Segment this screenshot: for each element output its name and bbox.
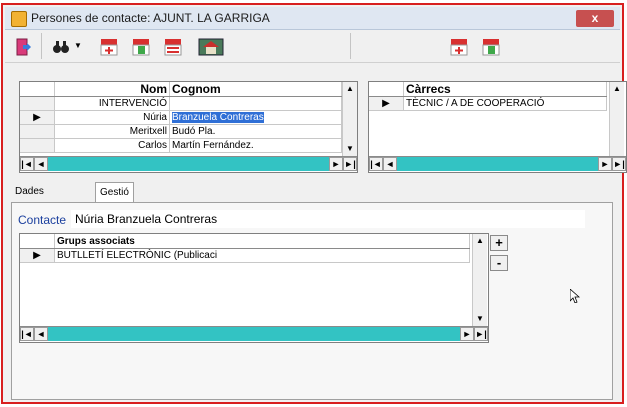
first-record-button[interactable]: |◄ <box>20 327 34 341</box>
contact-label: Contacte <box>18 213 67 227</box>
toolbar: ▼ <box>5 30 620 63</box>
delete-record-icon <box>482 39 500 56</box>
search-button[interactable]: ▼ <box>49 35 85 59</box>
last-record-button[interactable]: ►| <box>612 157 626 171</box>
edit-button[interactable] <box>161 35 187 59</box>
title-bar: Persones de contacte: AJUNT. LA GARRIGA … <box>5 7 620 30</box>
cell-nom[interactable]: Meritxell <box>54 124 170 139</box>
add-group-button[interactable]: + <box>490 235 508 251</box>
entity-button[interactable] <box>195 35 227 59</box>
last-record-button[interactable]: ►| <box>343 157 357 171</box>
window: Persones de contacte: AJUNT. LA GARRIGA … <box>1 3 627 404</box>
current-row-indicator: ▶ <box>20 248 55 263</box>
scroll-up-icon[interactable]: ▲ <box>610 82 624 96</box>
toolbar-separator <box>41 33 42 59</box>
contacts-navigator: |◄ ◄ ► ►| <box>20 156 357 171</box>
cell-carrec[interactable]: TÈCNIC / A DE COOPERACIÓ <box>403 96 607 111</box>
scroll-down-icon[interactable]: ▼ <box>343 142 357 156</box>
scroll-up-icon[interactable]: ▲ <box>473 234 487 248</box>
carrecs-navigator: |◄ ◄ ► ►| <box>369 156 626 171</box>
cell-cognom[interactable]: Branzuela Contreras <box>169 110 342 125</box>
indicator-header <box>369 82 404 97</box>
row-indicator <box>20 138 55 153</box>
binoculars-search-icon <box>53 41 69 53</box>
cell-nom[interactable]: Carlos <box>54 138 170 153</box>
next-record-button[interactable]: ► <box>598 157 612 171</box>
new-button[interactable] <box>97 35 123 59</box>
remove-group-button[interactable]: - <box>490 255 508 271</box>
row-indicator <box>20 96 55 111</box>
new-charge-button[interactable] <box>447 35 473 59</box>
header-nom[interactable]: Nom <box>54 82 170 97</box>
prev-record-button[interactable]: ◄ <box>34 157 48 171</box>
contact-value: Núria Branzuela Contreras <box>71 210 585 228</box>
table-row[interactable]: Meritxell Budó Pla. <box>20 124 342 139</box>
header-grups-associats[interactable]: Grups associats <box>54 234 470 249</box>
scroll-down-icon[interactable]: ▼ <box>473 312 487 326</box>
header-cognom[interactable]: Cognom <box>169 82 342 97</box>
delete-button[interactable] <box>129 35 155 59</box>
first-record-button[interactable]: |◄ <box>369 157 383 171</box>
scroll-up-icon[interactable]: ▲ <box>343 82 357 96</box>
table-row[interactable]: INTERVENCIÓ <box>20 96 342 111</box>
indicator-header <box>20 234 55 249</box>
header-carrecs[interactable]: Càrrecs <box>403 82 607 97</box>
groups-navigator: |◄ ◄ ► ►| <box>20 326 488 341</box>
groups-grid: Grups associats ▶ BUTLLETÍ ELECTRÒNIC (P… <box>19 233 489 343</box>
indicator-header <box>20 82 55 97</box>
app-icon <box>11 11 27 27</box>
cell-cognom[interactable]: Martín Fernández. <box>169 138 342 153</box>
prev-record-button[interactable]: ◄ <box>383 157 397 171</box>
delete-record-icon <box>132 39 150 56</box>
groups-vertical-scrollbar[interactable]: ▲ ▼ <box>472 234 487 326</box>
table-row[interactable]: Carlos Martín Fernández. <box>20 138 342 153</box>
new-record-icon <box>100 39 118 56</box>
last-record-button[interactable]: ►| <box>474 327 488 341</box>
cell-cognom[interactable] <box>169 96 342 111</box>
edit-record-icon <box>164 39 182 56</box>
mouse-pointer-icon <box>570 289 580 303</box>
cell-nom[interactable]: Núria <box>54 110 170 125</box>
prev-record-button[interactable]: ◄ <box>34 327 48 341</box>
current-row-indicator: ▶ <box>20 110 55 125</box>
contacts-vertical-scrollbar[interactable]: ▲ ▼ <box>342 82 357 156</box>
toolbar-separator <box>350 33 351 59</box>
table-row[interactable]: ▶ Núria Branzuela Contreras <box>20 110 342 125</box>
next-record-button[interactable]: ► <box>329 157 343 171</box>
current-row-indicator: ▶ <box>369 96 404 111</box>
selected-cell-text: Branzuela Contreras <box>172 112 264 123</box>
tab-gestio-de-grups[interactable]: Gestió de Grups <box>95 182 134 238</box>
delete-charge-button[interactable] <box>479 35 505 59</box>
carrecs-grid: Càrrecs ▶ TÈCNIC / A DE COOPERACIÓ ▲ |◄ … <box>368 81 627 173</box>
first-record-button[interactable]: |◄ <box>20 157 34 171</box>
cell-nom[interactable]: INTERVENCIÓ <box>54 96 170 111</box>
new-record-icon <box>450 39 468 56</box>
row-indicator <box>20 124 55 139</box>
table-row[interactable]: ▶ TÈCNIC / A DE COOPERACIÓ <box>369 96 607 111</box>
next-record-button[interactable]: ► <box>460 327 474 341</box>
cell-grup[interactable]: BUTLLETÍ ELECTRÒNIC (Publicaci <box>54 248 470 263</box>
window-title: Persones de contacte: AJUNT. LA GARRIGA <box>31 11 270 25</box>
exit-button[interactable] <box>11 35 37 59</box>
tab-dades-personals[interactable]: Dades personals <box>11 182 62 217</box>
cell-cognom[interactable]: Budó Pla. <box>169 124 342 139</box>
building-icon <box>198 38 224 56</box>
table-row[interactable]: ▶ BUTLLETÍ ELECTRÒNIC (Publicaci <box>20 248 470 263</box>
contacts-grid: Nom Cognom INTERVENCIÓ ▶ Núria Branzuela… <box>19 81 358 173</box>
carrecs-vertical-scrollbar[interactable]: ▲ <box>609 82 624 156</box>
dropdown-arrow-icon: ▼ <box>74 41 82 50</box>
exit-door-icon <box>16 38 31 56</box>
close-button[interactable]: x <box>576 10 614 27</box>
